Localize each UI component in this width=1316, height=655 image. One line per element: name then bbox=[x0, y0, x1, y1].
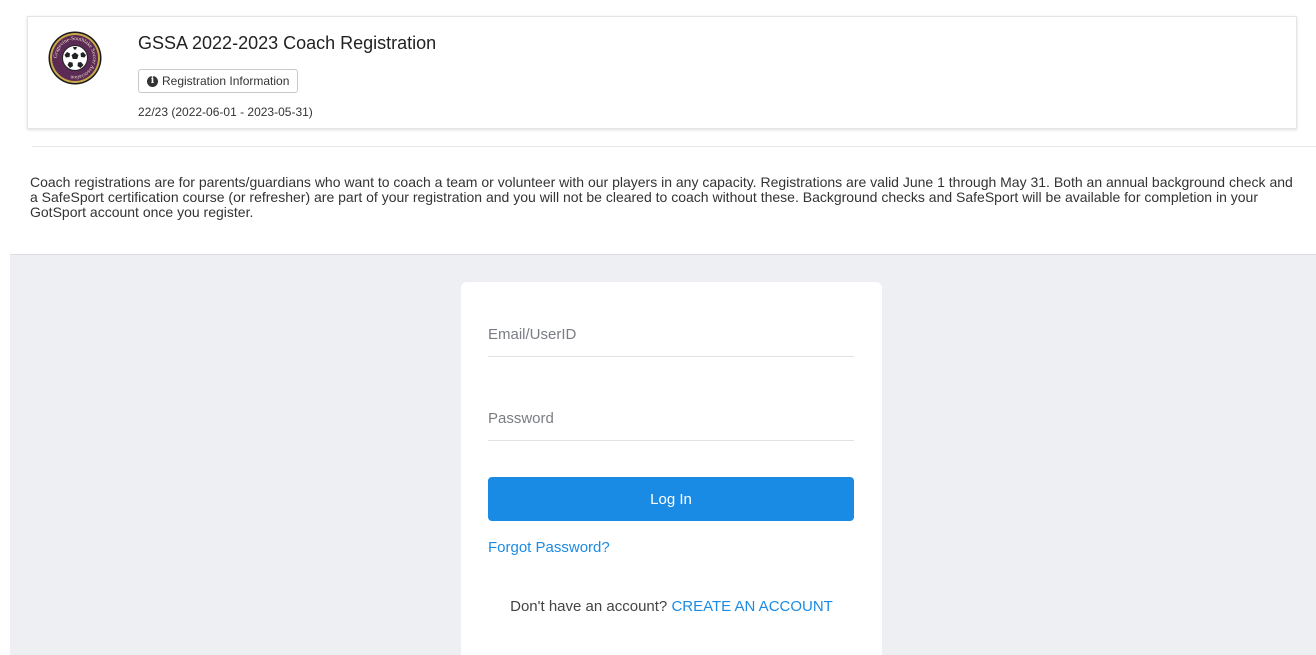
password-input[interactable] bbox=[488, 396, 854, 441]
soccer-ball-logo: Grapevine-Southlake Soccer Association bbox=[48, 31, 102, 85]
registration-description: Coach registrations are for parents/guar… bbox=[30, 174, 1293, 220]
registration-information-label: Registration Information bbox=[162, 74, 290, 88]
registration-page: Grapevine-Southlake Soccer Association G… bbox=[10, 0, 1316, 655]
header-divider bbox=[32, 146, 1316, 147]
left-edge bbox=[0, 0, 10, 655]
create-account-prompt: Don't have an account? CREATE AN ACCOUNT bbox=[461, 598, 882, 615]
login-card: Log In Forgot Password? Don't have an ac… bbox=[461, 282, 882, 655]
browser-viewport: Grapevine-Southlake Soccer Association G… bbox=[0, 0, 1316, 655]
registration-information-button[interactable]: i Registration Information bbox=[138, 69, 299, 93]
create-account-link[interactable]: CREATE AN ACCOUNT bbox=[671, 598, 832, 615]
forgot-password-link[interactable]: Forgot Password? bbox=[488, 539, 610, 556]
email-input[interactable] bbox=[488, 312, 854, 357]
event-header-card: Grapevine-Southlake Soccer Association G… bbox=[27, 16, 1297, 129]
top-panel: Grapevine-Southlake Soccer Association G… bbox=[10, 0, 1316, 255]
info-circle-icon: i bbox=[147, 75, 158, 87]
login-button[interactable]: Log In bbox=[488, 477, 854, 521]
season-dates: 22/23 (2022-06-01 - 2023-05-31) bbox=[138, 105, 313, 119]
page-title: GSSA 2022-2023 Coach Registration bbox=[138, 33, 437, 53]
no-account-text: Don't have an account? bbox=[510, 598, 672, 615]
